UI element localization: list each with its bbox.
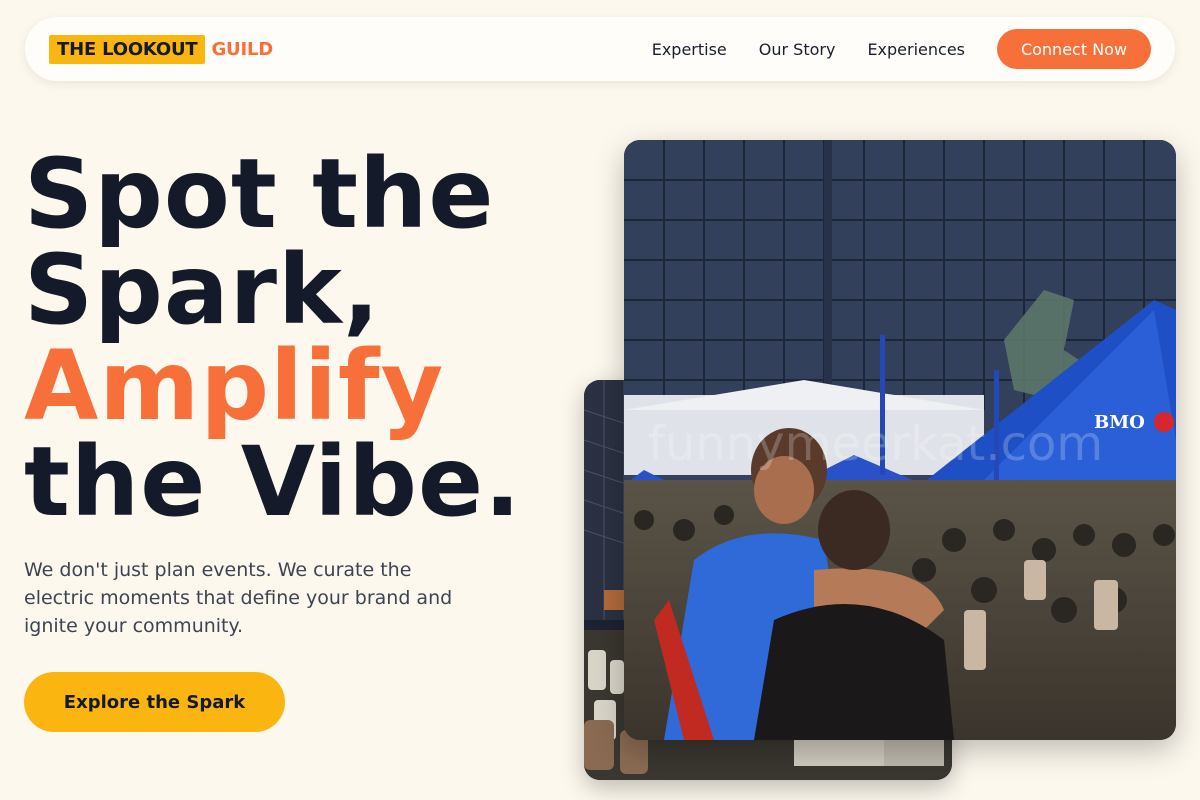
nav-link-experiences[interactable]: Experiences <box>867 40 965 59</box>
festival-photo: BMO funnymeerkat.com <box>624 140 1176 740</box>
connect-now-button[interactable]: Connect Now <box>997 29 1151 69</box>
hero-title: Spot the Spark, Amplify the Vibe. <box>24 146 522 530</box>
nav-link-our-story[interactable]: Our Story <box>759 40 836 59</box>
image-watermark: funnymeerkat.com <box>648 416 1103 472</box>
hero-title-line-2: Spark, <box>24 234 381 346</box>
logo-wordmark: THE LOOKOUT <box>49 34 206 64</box>
nav-links: Expertise Our Story Experiences Connect … <box>652 29 1151 69</box>
logo[interactable]: THE LOOKOUT GUILD <box>49 34 273 64</box>
navbar: THE LOOKOUT GUILD Expertise Our Story Ex… <box>25 17 1175 81</box>
hero-title-accent: Amplify <box>24 330 445 442</box>
hero-title-line-1: Spot the <box>24 138 495 250</box>
hero-title-line-4: the Vibe. <box>24 426 522 538</box>
nav-link-expertise[interactable]: Expertise <box>652 40 727 59</box>
explore-the-spark-button[interactable]: Explore the Spark <box>24 672 285 732</box>
logo-accent: GUILD <box>211 38 273 60</box>
hero-subtitle: We don't just plan events. We curate the… <box>24 559 453 637</box>
